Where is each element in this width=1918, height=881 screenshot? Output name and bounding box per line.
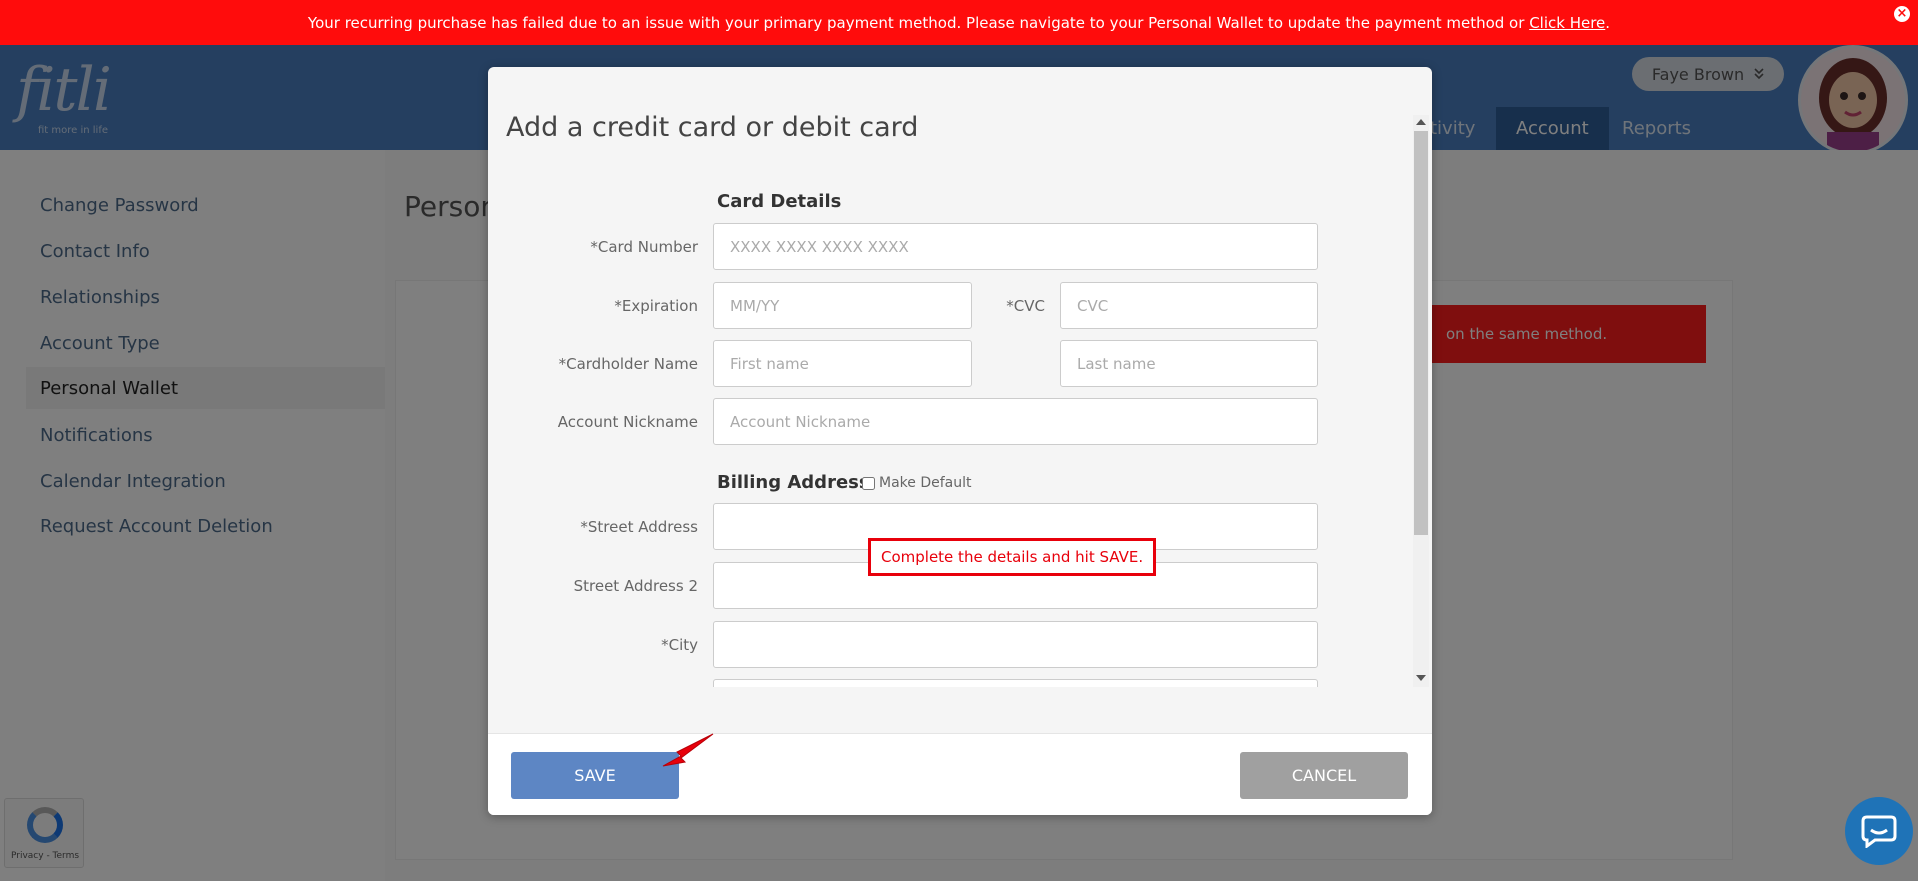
close-icon[interactable]: × [1894, 6, 1910, 22]
modal-scrollbar[interactable] [1413, 115, 1429, 687]
make-default-checkbox[interactable] [862, 476, 875, 490]
cancel-button[interactable]: CANCEL [1240, 752, 1408, 799]
card-details-heading: Card Details [717, 191, 842, 212]
first-name-input[interactable] [713, 340, 972, 387]
account-nickname-input[interactable] [713, 398, 1318, 445]
card-number-input[interactable] [713, 223, 1318, 270]
street-address-label: *Street Address [580, 518, 698, 536]
make-default-option[interactable]: Make Default [862, 475, 971, 491]
scroll-thumb[interactable] [1414, 131, 1428, 535]
expiration-label: *Expiration [614, 297, 698, 315]
city-label: *City [661, 636, 698, 654]
chat-bubble-icon[interactable] [1845, 797, 1913, 865]
add-card-modal: Add a credit card or debit card Card Det… [488, 67, 1432, 815]
scroll-down-icon[interactable] [1416, 675, 1426, 681]
red-arrow-icon [662, 733, 714, 767]
account-nickname-label: Account Nickname [557, 413, 698, 431]
city-input[interactable] [713, 621, 1318, 668]
banner-message: Your recurring purchase has failed due t… [307, 13, 1525, 32]
scroll-up-icon[interactable] [1416, 119, 1426, 125]
banner-link-suffix: . [1605, 13, 1611, 32]
payment-failure-banner: Your recurring purchase has failed due t… [0, 0, 1918, 45]
make-default-label: Make Default [879, 475, 972, 491]
last-name-input[interactable] [1060, 340, 1318, 387]
expiration-input[interactable] [713, 282, 972, 329]
cardholder-name-label: *Cardholder Name [558, 355, 698, 373]
save-button[interactable]: SAVE [511, 752, 679, 799]
instruction-callout: Complete the details and hit SAVE. [868, 538, 1157, 576]
modal-footer: SAVE CANCEL [488, 733, 1432, 815]
street-address-2-label: Street Address 2 [573, 577, 698, 595]
state-input[interactable] [713, 679, 1318, 687]
card-number-label: *Card Number [590, 238, 698, 256]
banner-click-here-link[interactable]: Click Here [1529, 14, 1605, 32]
modal-title: Add a credit card or debit card [506, 112, 919, 143]
modal-body: Add a credit card or debit card Card Det… [488, 67, 1432, 687]
billing-address-heading: Billing Address [717, 472, 870, 493]
cvc-label: *CVC [1006, 297, 1045, 315]
cvc-input[interactable] [1060, 282, 1318, 329]
